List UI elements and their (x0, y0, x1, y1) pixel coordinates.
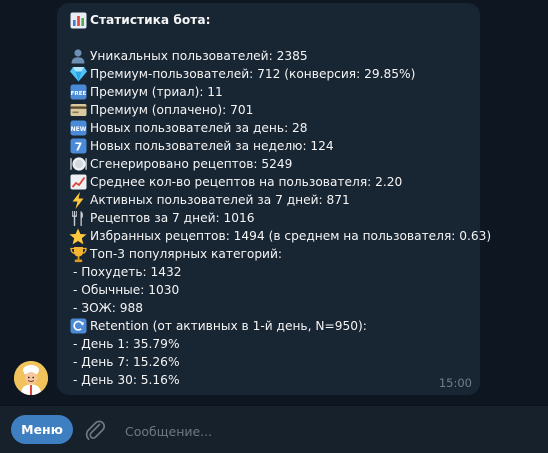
stat-line: Рецептов за 7 дней: 1016 (69, 209, 254, 227)
stat-line: 7 Новых пользователей за неделю: 124 (69, 137, 334, 155)
credit-card-icon (69, 102, 87, 119)
user-silhouette-icon (69, 48, 87, 65)
gem-icon (69, 66, 87, 83)
retention-line: - День 1: 35.79% (73, 337, 180, 351)
stat-line: Избранных рецептов: 1494 (в среднем на п… (69, 227, 491, 245)
menu-button[interactable]: Меню (11, 415, 73, 444)
stat-line: NEW Новых пользователей за день: 28 (69, 120, 308, 137)
stat-line: FREE Премиум (триал): 11 (69, 84, 223, 101)
chef-avatar-icon (14, 361, 48, 395)
retention-line: - День 7: 15.26% (73, 355, 180, 369)
stat-line: Премиум-пользователей: 712 (конверсия: 2… (69, 65, 415, 83)
chat-area: Статистика бота: Уникальных пользователе… (0, 0, 548, 405)
new-badge-icon: NEW (69, 120, 87, 137)
free-badge-icon: FREE (69, 84, 87, 101)
category-line: - ЗОЖ: 988 (73, 301, 144, 315)
plate-icon (69, 156, 87, 173)
stat-line: Сгенерировано рецептов: 5249 (69, 155, 292, 173)
svg-text:NEW: NEW (70, 126, 86, 133)
chart-increasing-icon (69, 174, 87, 191)
keycap-seven-icon: 7 (69, 138, 87, 155)
retention-line: - День 30: 5.16% (73, 373, 180, 387)
svg-text:FREE: FREE (70, 91, 86, 97)
trophy-icon (69, 246, 87, 263)
composer-bar: Меню (0, 405, 548, 453)
message-title: Статистика бота: (90, 13, 211, 27)
stat-line: Среднее кол-во рецептов на пользователя:… (69, 173, 402, 191)
message-title-line: Статистика бота: (69, 11, 210, 29)
stat-line: Премиум (оплачено): 701 (69, 101, 253, 119)
message-input[interactable] (123, 418, 527, 444)
refresh-icon (69, 318, 87, 335)
lightning-icon (69, 191, 87, 209)
bar-chart-icon (69, 12, 87, 29)
category-line: - Похудеть: 1432 (73, 265, 182, 279)
stat-line: Топ-3 популярных категорий: (69, 245, 282, 263)
stat-line: Retention (от активных в 1-й день, N=950… (69, 317, 367, 335)
svg-text:7: 7 (74, 141, 82, 154)
fork-knife-icon (69, 210, 87, 227)
stat-line: Активных пользователей за 7 дней: 871 (69, 191, 350, 209)
paperclip-icon[interactable] (84, 418, 106, 442)
message-time: 15:00 (438, 376, 472, 390)
category-line: - Обычные: 1030 (73, 283, 180, 297)
stat-line: Уникальных пользователей: 2385 (69, 47, 308, 65)
message-bubble[interactable]: Статистика бота: Уникальных пользователе… (57, 3, 491, 395)
star-icon (69, 228, 87, 245)
bot-avatar[interactable] (14, 361, 48, 395)
